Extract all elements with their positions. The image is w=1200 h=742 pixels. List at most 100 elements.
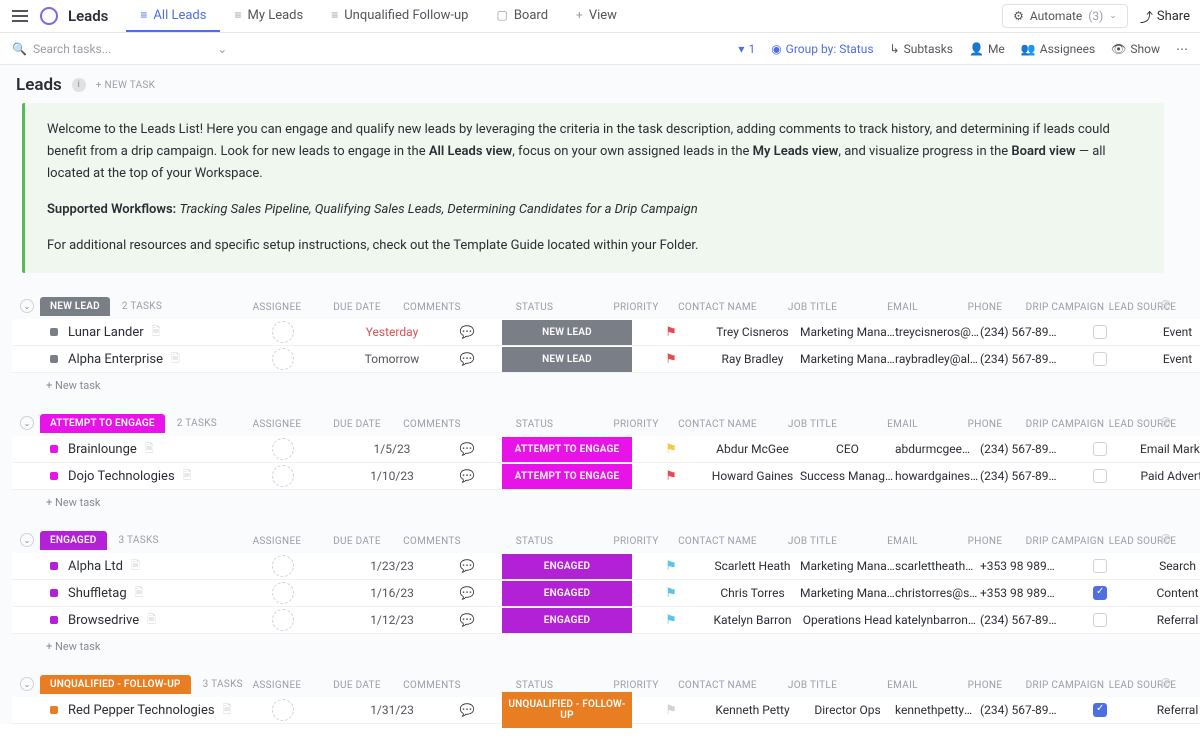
task-row[interactable]: Dojo Technologies 🗎 1/10/23 💬 ATTEMPT TO…: [12, 463, 1200, 490]
status-badge[interactable]: ATTEMPT TO ENGAGE: [502, 437, 632, 462]
me-button[interactable]: 👤Me: [969, 42, 1005, 56]
task-row[interactable]: Brainlounge 🗎 1/5/23 💬 ATTEMPT TO ENGAGE…: [12, 436, 1200, 463]
tab-unqualified-follow-up[interactable]: ≡Unqualified Follow-up: [317, 0, 482, 32]
priority-flag[interactable]: ⚑: [637, 352, 705, 367]
priority-flag[interactable]: ⚑: [637, 325, 705, 340]
status-badge[interactable]: ATTEMPT TO ENGAGE: [502, 464, 632, 489]
due-date[interactable]: 1/12/23: [352, 613, 432, 627]
status-badge[interactable]: ENGAGED: [502, 608, 632, 633]
priority-flag[interactable]: ⚑: [637, 586, 705, 601]
workspace-icon[interactable]: [40, 7, 58, 25]
assignee-avatar[interactable]: [272, 699, 294, 721]
doc-icon[interactable]: 🗎: [145, 440, 154, 459]
doc-icon[interactable]: 🗎: [152, 323, 161, 342]
doc-icon[interactable]: 🗎: [171, 350, 180, 369]
comments-icon[interactable]: 💬: [432, 442, 502, 456]
menu-icon[interactable]: [10, 8, 30, 24]
collapse-icon[interactable]: ⌄: [20, 533, 34, 547]
priority-flag[interactable]: ⚑: [637, 469, 705, 484]
doc-icon[interactable]: 🗎: [147, 611, 156, 630]
group-status-pill[interactable]: UNQUALIFIED - FOLLOW-UP: [40, 675, 191, 694]
priority-flag[interactable]: ⚑: [637, 442, 705, 457]
due-date[interactable]: 1/31/23: [352, 703, 432, 717]
priority-flag[interactable]: ⚑: [637, 559, 705, 574]
add-column-icon[interactable]: ⊕: [1160, 675, 1176, 691]
priority-flag[interactable]: ⚑: [637, 613, 705, 628]
task-row[interactable]: Browsedrive 🗎 1/12/23 💬 ENGAGED ⚑ Kately…: [12, 607, 1200, 634]
status-badge[interactable]: ENGAGED: [502, 581, 632, 606]
group-status-pill[interactable]: ATTEMPT TO ENGAGE: [40, 414, 165, 433]
automate-button[interactable]: ⚙ Automate (3) ⌄: [1002, 4, 1128, 28]
drip-checkbox[interactable]: [1093, 352, 1107, 366]
tab-view[interactable]: +View: [562, 0, 631, 32]
collapse-icon[interactable]: ⌄: [20, 677, 34, 691]
info-icon[interactable]: i: [72, 78, 86, 92]
add-task-button[interactable]: + New task: [12, 490, 1200, 509]
priority-flag[interactable]: ⚑: [637, 703, 705, 718]
comments-icon[interactable]: 💬: [432, 613, 502, 627]
doc-icon[interactable]: 🗎: [223, 701, 232, 720]
doc-icon[interactable]: 🗎: [131, 557, 140, 576]
task-row[interactable]: Alpha Enterprise 🗎 Tomorrow 💬 NEW LEAD ⚑…: [12, 346, 1200, 373]
assignee-avatar[interactable]: [272, 582, 294, 604]
due-date[interactable]: 1/10/23: [352, 469, 432, 483]
task-row[interactable]: Shuffletag 🗎 1/16/23 💬 ENGAGED ⚑ Chris T…: [12, 580, 1200, 607]
drip-checkbox[interactable]: [1093, 469, 1107, 483]
doc-icon[interactable]: 🗎: [183, 467, 192, 486]
comments-icon[interactable]: 💬: [432, 559, 502, 573]
tab-my-leads[interactable]: ≡My Leads: [220, 0, 317, 32]
add-column-icon[interactable]: ⊕: [1160, 297, 1176, 313]
add-task-button[interactable]: + New task: [12, 634, 1200, 653]
group-status-pill[interactable]: NEW LEAD: [40, 297, 110, 316]
job-title: Marketing Manager: [800, 586, 895, 600]
due-date[interactable]: 1/23/23: [352, 559, 432, 573]
group-by-button[interactable]: ◉Group by: Status: [771, 42, 873, 56]
status-badge[interactable]: UNQUALIFIED - FOLLOW-UP: [502, 692, 632, 728]
drip-checkbox[interactable]: [1093, 586, 1107, 600]
comments-icon[interactable]: 💬: [432, 352, 502, 366]
comments-icon[interactable]: 💬: [432, 325, 502, 339]
comments-icon[interactable]: 💬: [432, 469, 502, 483]
task-row[interactable]: Red Pepper Technologies 🗎 1/31/23 💬 UNQU…: [12, 697, 1200, 724]
show-button[interactable]: 👁Show: [1111, 42, 1160, 56]
more-icon[interactable]: ⋯: [1176, 42, 1188, 56]
collapse-icon[interactable]: ⌄: [20, 416, 34, 430]
tab-all-leads[interactable]: ≡All Leads: [126, 0, 220, 32]
assignee-avatar[interactable]: [272, 438, 294, 460]
drip-checkbox[interactable]: [1093, 442, 1107, 456]
share-button[interactable]: ⤴ Share: [1140, 7, 1190, 26]
tab-board[interactable]: ▢Board: [482, 0, 562, 32]
add-task-button[interactable]: + New task: [12, 373, 1200, 392]
add-column-icon[interactable]: ⊕: [1160, 414, 1176, 430]
task-row[interactable]: Lunar Lander 🗎 Yesterday 💬 NEW LEAD ⚑ Tr…: [12, 319, 1200, 346]
drip-checkbox[interactable]: [1093, 559, 1107, 573]
doc-icon[interactable]: 🗎: [135, 584, 144, 603]
comments-icon[interactable]: 💬: [432, 586, 502, 600]
due-date[interactable]: Tomorrow: [352, 352, 432, 366]
content-area: Leads i + NEW TASK Welcome to the Leads …: [0, 65, 1200, 724]
filter-count[interactable]: ▾1: [738, 42, 755, 56]
assignee-avatar[interactable]: [272, 465, 294, 487]
status-badge[interactable]: NEW LEAD: [502, 347, 632, 372]
assignee-avatar[interactable]: [272, 609, 294, 631]
due-date[interactable]: 1/5/23: [352, 442, 432, 456]
task-row[interactable]: Alpha Ltd 🗎 1/23/23 💬 ENGAGED ⚑ Scarlett…: [12, 553, 1200, 580]
assignees-button[interactable]: 👥Assignees: [1021, 42, 1095, 56]
assignee-avatar[interactable]: [272, 348, 294, 370]
collapse-icon[interactable]: ⌄: [20, 299, 34, 313]
assignee-avatar[interactable]: [272, 321, 294, 343]
drip-checkbox[interactable]: [1093, 325, 1107, 339]
due-date[interactable]: 1/16/23: [352, 586, 432, 600]
assignee-avatar[interactable]: [272, 555, 294, 577]
comments-icon[interactable]: 💬: [432, 703, 502, 717]
add-column-icon[interactable]: ⊕: [1160, 531, 1176, 547]
due-date[interactable]: Yesterday: [352, 325, 432, 339]
group-status-pill[interactable]: ENGAGED: [40, 531, 107, 550]
subtasks-button[interactable]: ↳Subtasks: [890, 42, 953, 56]
status-badge[interactable]: NEW LEAD: [502, 320, 632, 345]
drip-checkbox[interactable]: [1093, 613, 1107, 627]
status-badge[interactable]: ENGAGED: [502, 554, 632, 579]
search-input[interactable]: 🔍 Search tasks... ⌄: [12, 42, 724, 56]
new-task-button[interactable]: + NEW TASK: [96, 80, 155, 91]
drip-checkbox[interactable]: [1093, 703, 1107, 717]
